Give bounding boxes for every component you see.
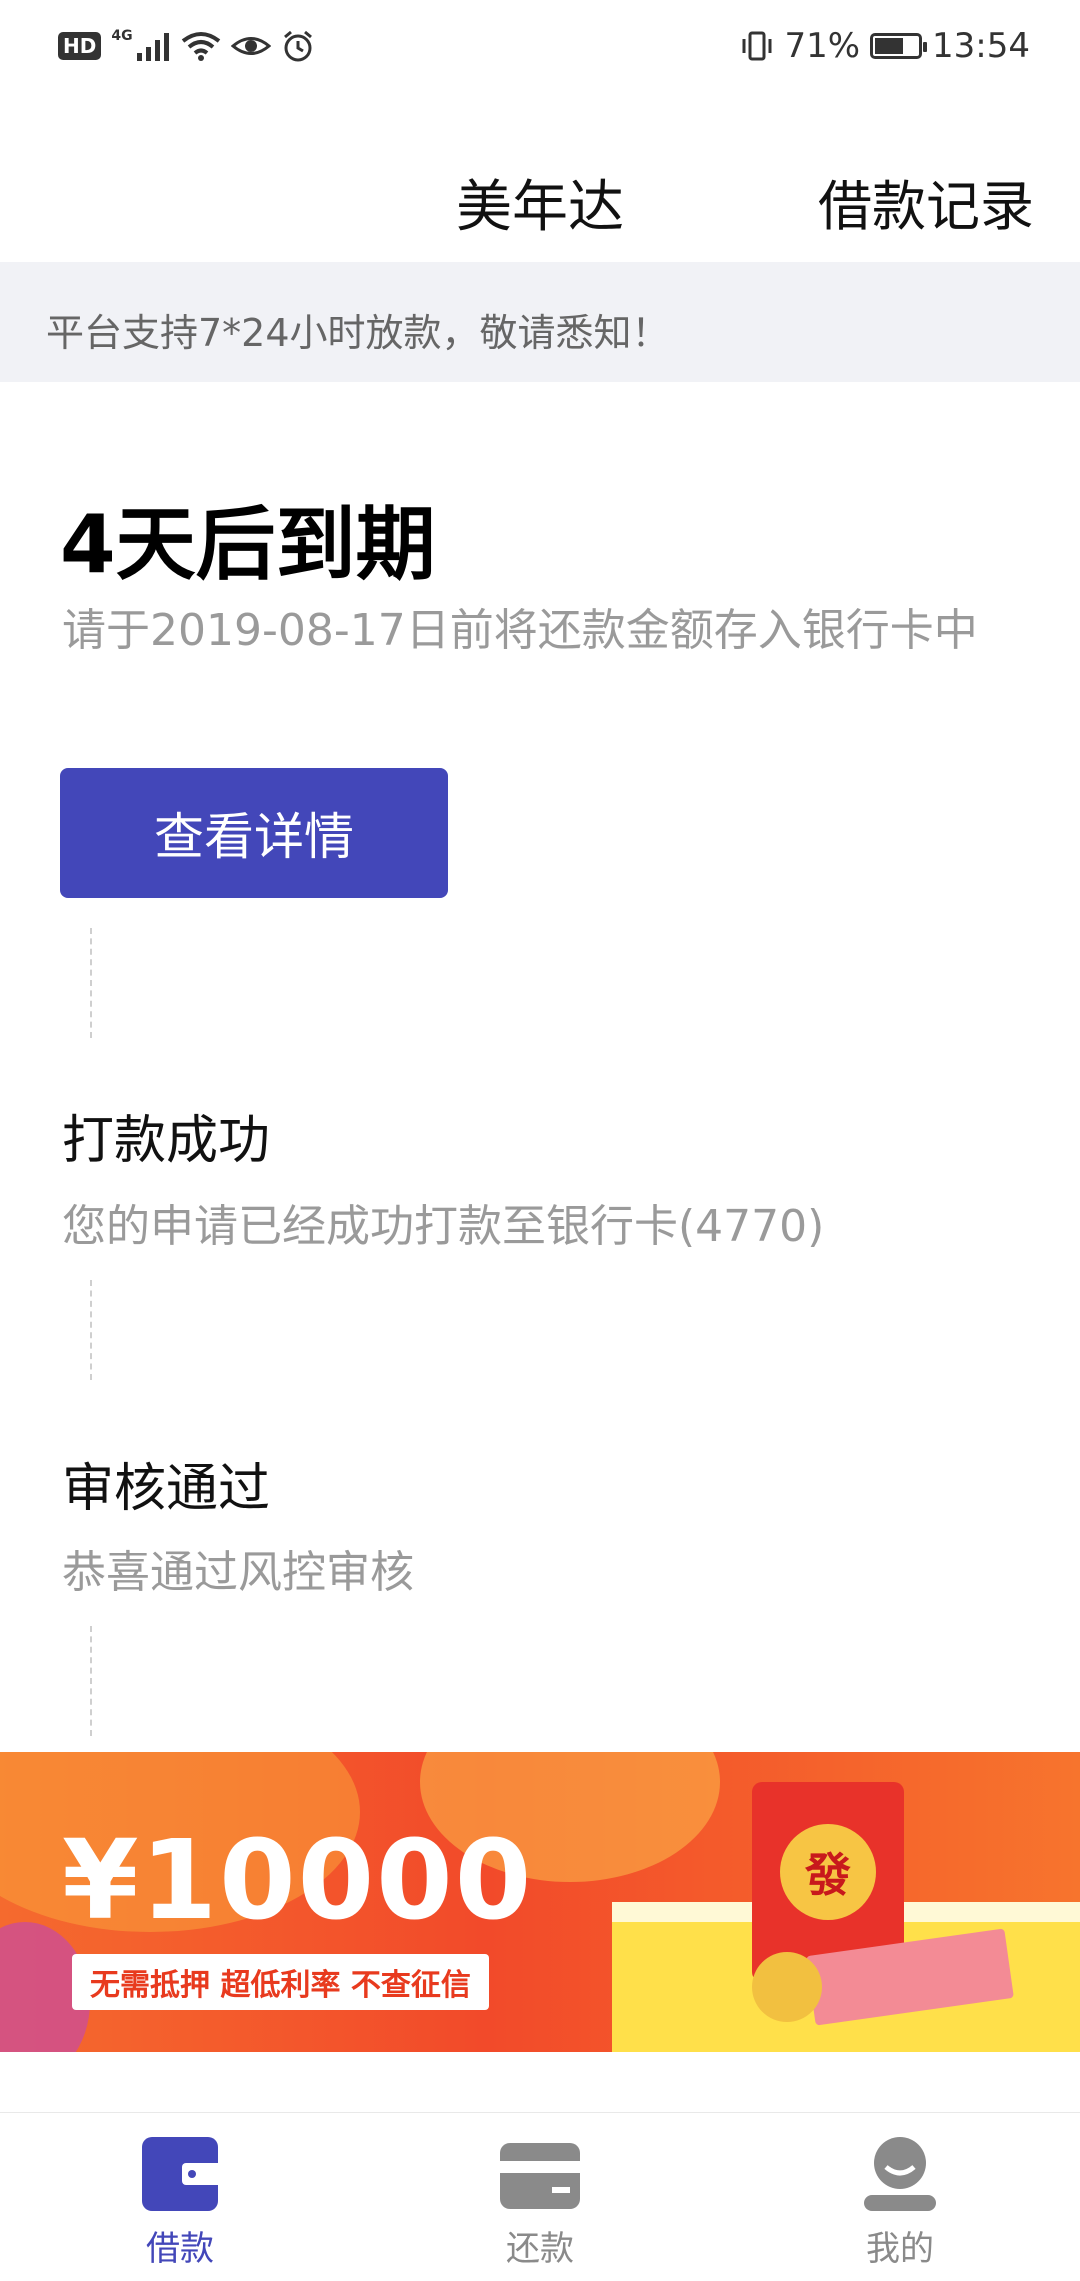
step-description: 您的申请已经成功打款至银行卡(4770) (62, 1201, 825, 1252)
network-type: 4G (111, 28, 133, 44)
wallet-icon (142, 2137, 220, 2211)
battery-fill (875, 38, 904, 54)
top-header: 美年达 借款记录 (0, 92, 1080, 262)
status-left: HD 4G (58, 24, 315, 68)
wifi-icon (181, 32, 220, 61)
hd-badge: HD (58, 32, 102, 60)
signal-icon (136, 33, 169, 61)
step-title: 打款成功 (62, 1111, 271, 1171)
alarm-icon (283, 30, 312, 62)
notice-text: 平台支持7*24小时放款，敬请悉知！ (46, 311, 670, 355)
view-details-button[interactable]: 查看详情 (60, 768, 448, 898)
eye-icon (230, 37, 271, 55)
loan-records-link[interactable]: 借款记录 (818, 162, 1034, 241)
nav-item-borrow[interactable]: 借款 (80, 2113, 280, 2281)
card-icon (500, 2143, 580, 2209)
status-bar: HD 4G 71% 13:54 (0, 0, 1080, 92)
step-description: 恭喜通过风控审核 (62, 1547, 414, 1598)
timeline-connector (90, 1280, 92, 1380)
promo-banner[interactable]: ¥10000 无需抵押 超低利率 不查征信 發 (0, 1752, 1080, 2052)
nav-label: 还款 (506, 2229, 574, 2269)
battery-percent: 71% (784, 26, 861, 66)
timeline-connector (90, 1626, 92, 1736)
nav-item-mine[interactable]: 我的 (800, 2113, 1000, 2281)
notice-bar: 平台支持7*24小时放款，敬请悉知！ (0, 262, 1080, 382)
banner-amount: ¥10000 (62, 1816, 534, 1944)
nav-item-repay[interactable]: 还款 (440, 2113, 640, 2281)
status-right: 71% 13:54 (740, 24, 1030, 68)
bottom-nav: 借款 还款 我的 (0, 2112, 1080, 2281)
due-title: 4天后到期 (60, 498, 436, 591)
user-icon (864, 2137, 936, 2211)
step-title: 审核通过 (62, 1459, 271, 1519)
nav-label: 借款 (146, 2229, 214, 2269)
vibrate-icon (742, 31, 772, 61)
nav-label: 我的 (866, 2229, 934, 2269)
due-description: 请于2019-08-17日前将还款金额存入银行卡中 (62, 605, 978, 656)
banner-tags: 无需抵押 超低利率 不查征信 (72, 1954, 489, 2010)
timeline-connector (90, 928, 92, 1038)
envelope-seal: 發 (780, 1824, 876, 1920)
battery-icon (870, 33, 928, 59)
clock: 13:54 (932, 26, 1030, 66)
coins-icon (752, 1952, 822, 2022)
